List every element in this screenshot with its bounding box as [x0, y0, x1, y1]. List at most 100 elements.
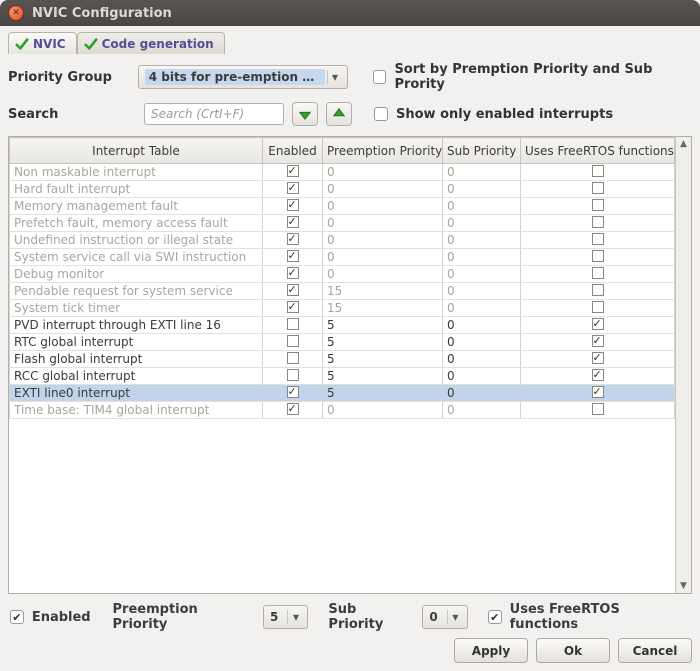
table-row[interactable]: RTC global interrupt50 [10, 334, 675, 351]
table-row[interactable]: EXTI line0 interrupt50 [10, 385, 675, 402]
footer-freertos-checkbox[interactable] [488, 610, 502, 624]
cell-preempt[interactable]: 5 [323, 368, 443, 385]
footer-enabled-checkbox[interactable] [10, 610, 24, 624]
cell-freertos[interactable] [521, 385, 675, 402]
table-row[interactable]: Prefetch fault, memory access fault00 [10, 215, 675, 232]
checkbox-icon[interactable] [592, 250, 604, 262]
cell-freertos[interactable] [521, 198, 675, 215]
cell-freertos[interactable] [521, 232, 675, 249]
table-row[interactable]: PVD interrupt through EXTI line 1650 [10, 317, 675, 334]
footer-sub-combo[interactable]: 0 ▾ [422, 605, 467, 629]
table-row[interactable]: System tick timer150 [10, 300, 675, 317]
cell-freertos[interactable] [521, 283, 675, 300]
checkbox-icon[interactable] [287, 267, 299, 279]
table-row[interactable]: Hard fault interrupt00 [10, 181, 675, 198]
cell-sub[interactable]: 0 [443, 334, 521, 351]
cell-freertos[interactable] [521, 249, 675, 266]
table-row[interactable]: Memory management fault00 [10, 198, 675, 215]
show-only-enabled-checkbox[interactable] [374, 107, 388, 121]
cell-sub[interactable]: 0 [443, 402, 521, 419]
checkbox-icon[interactable] [592, 182, 604, 194]
checkbox-icon[interactable] [287, 403, 299, 415]
checkbox-icon[interactable] [287, 250, 299, 262]
table-row[interactable]: Undefined instruction or illegal state00 [10, 232, 675, 249]
col-name[interactable]: Interrupt Table [10, 138, 263, 164]
cell-freertos[interactable] [521, 368, 675, 385]
table-row[interactable]: Non maskable interrupt00 [10, 164, 675, 181]
checkbox-icon[interactable] [287, 318, 299, 330]
cell-freertos[interactable] [521, 181, 675, 198]
checkbox-icon[interactable] [592, 267, 604, 279]
apply-button[interactable]: Apply [454, 638, 528, 663]
cell-sub[interactable]: 0 [443, 351, 521, 368]
cell-freertos[interactable] [521, 402, 675, 419]
tab-codegen[interactable]: Code generation [77, 32, 225, 54]
checkbox-icon[interactable] [287, 233, 299, 245]
cell-enabled[interactable] [263, 181, 323, 198]
cell-sub[interactable]: 0 [443, 266, 521, 283]
tab-nvic[interactable]: NVIC [8, 32, 77, 54]
cell-enabled[interactable] [263, 351, 323, 368]
search-next-button[interactable] [292, 102, 318, 126]
checkbox-icon[interactable] [592, 216, 604, 228]
cell-sub[interactable]: 0 [443, 317, 521, 334]
cell-preempt[interactable]: 5 [323, 351, 443, 368]
cell-preempt[interactable]: 0 [323, 198, 443, 215]
cell-sub[interactable]: 0 [443, 385, 521, 402]
checkbox-icon[interactable] [592, 284, 604, 296]
cell-preempt[interactable]: 15 [323, 283, 443, 300]
checkbox-icon[interactable] [592, 199, 604, 211]
col-freertos[interactable]: Uses FreeRTOS functions [521, 138, 675, 164]
close-icon[interactable]: ✕ [8, 5, 24, 21]
cell-sub[interactable]: 0 [443, 283, 521, 300]
cell-sub[interactable]: 0 [443, 300, 521, 317]
cell-preempt[interactable]: 5 [323, 334, 443, 351]
cell-sub[interactable]: 0 [443, 215, 521, 232]
table-row[interactable]: Flash global interrupt50 [10, 351, 675, 368]
cell-sub[interactable]: 0 [443, 164, 521, 181]
scroll-down-icon[interactable]: ▼ [676, 579, 691, 593]
checkbox-icon[interactable] [592, 403, 604, 415]
cell-sub[interactable]: 0 [443, 181, 521, 198]
checkbox-icon[interactable] [592, 165, 604, 177]
cell-preempt[interactable]: 0 [323, 249, 443, 266]
checkbox-icon[interactable] [287, 165, 299, 177]
checkbox-icon[interactable] [592, 386, 604, 398]
col-preempt[interactable]: Preemption Priority [323, 138, 443, 164]
footer-preempt-combo[interactable]: 5 ▾ [263, 605, 308, 629]
cell-enabled[interactable] [263, 198, 323, 215]
table-row[interactable]: Time base: TIM4 global interrupt00 [10, 402, 675, 419]
checkbox-icon[interactable] [592, 369, 604, 381]
checkbox-icon[interactable] [592, 301, 604, 313]
checkbox-icon[interactable] [287, 352, 299, 364]
cell-preempt[interactable]: 0 [323, 232, 443, 249]
cell-enabled[interactable] [263, 317, 323, 334]
checkbox-icon[interactable] [287, 301, 299, 313]
table-row[interactable]: System service call via SWI instruction0… [10, 249, 675, 266]
cell-enabled[interactable] [263, 215, 323, 232]
search-prev-button[interactable] [326, 102, 352, 126]
checkbox-icon[interactable] [287, 386, 299, 398]
cell-preempt[interactable]: 0 [323, 266, 443, 283]
scroll-up-icon[interactable]: ▲ [676, 137, 691, 151]
vertical-scrollbar[interactable]: ▲ ▼ [675, 137, 691, 593]
cell-freertos[interactable] [521, 317, 675, 334]
cell-preempt[interactable]: 5 [323, 385, 443, 402]
cell-enabled[interactable] [263, 283, 323, 300]
cell-sub[interactable]: 0 [443, 368, 521, 385]
cell-enabled[interactable] [263, 402, 323, 419]
ok-button[interactable]: Ok [536, 638, 610, 663]
cell-enabled[interactable] [263, 385, 323, 402]
cell-sub[interactable]: 0 [443, 249, 521, 266]
cell-sub[interactable]: 0 [443, 232, 521, 249]
cell-freertos[interactable] [521, 300, 675, 317]
table-row[interactable]: RCC global interrupt50 [10, 368, 675, 385]
table-row[interactable]: Pendable request for system service150 [10, 283, 675, 300]
cell-preempt[interactable]: 15 [323, 300, 443, 317]
checkbox-icon[interactable] [287, 182, 299, 194]
cancel-button[interactable]: Cancel [618, 638, 692, 663]
cell-preempt[interactable]: 0 [323, 181, 443, 198]
cell-freertos[interactable] [521, 351, 675, 368]
cell-preempt[interactable]: 0 [323, 164, 443, 181]
search-input[interactable]: Search (CrtI+F) [144, 103, 284, 125]
